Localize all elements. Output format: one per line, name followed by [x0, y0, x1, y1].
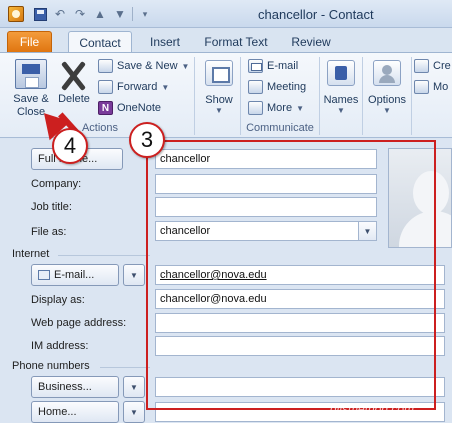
chevron-down-icon: ▾ — [142, 8, 148, 19]
company-label: Company: — [31, 178, 82, 190]
next-item-button[interactable]: ▼ — [112, 6, 128, 22]
chevron-down-icon: ▼ — [296, 103, 304, 113]
create-label-partial: Cre — [433, 60, 451, 72]
undo-button[interactable]: ↶ — [52, 6, 68, 22]
file-as-label: File as: — [31, 226, 67, 238]
window-title: chancellor - Contact — [258, 7, 374, 22]
options-button[interactable]: Options ▼ — [364, 57, 410, 117]
meeting-label: Meeting — [267, 81, 307, 93]
group-separator — [362, 57, 363, 135]
email-type-dropdown[interactable]: ▼ — [123, 264, 145, 286]
chevron-down-icon: ▼ — [181, 61, 190, 71]
business-type-dropdown[interactable]: ▼ — [123, 376, 145, 398]
toolbar-separator — [132, 7, 133, 21]
more-button-partial[interactable]: Mo — [414, 78, 448, 96]
undo-icon: ↶ — [54, 7, 66, 21]
save-new-label: Save & New — [117, 60, 178, 72]
previous-item-button[interactable]: ▲ — [92, 6, 108, 22]
chevron-down-icon: ▼ — [337, 106, 345, 115]
options-label: Options — [368, 94, 406, 106]
create-button-partial[interactable]: Cre — [414, 57, 451, 75]
address-book-icon — [38, 270, 50, 280]
chevron-down-icon: ▼ — [215, 106, 223, 115]
names-label: Names — [323, 94, 359, 106]
highlight-frame — [146, 140, 436, 410]
address-book-icon — [327, 60, 355, 86]
title-bar: ↶ ↷ ▲ ▼ ▾ chancellor - Contact — [0, 0, 452, 28]
section-divider — [58, 255, 150, 256]
meeting-button[interactable]: Meeting — [248, 78, 306, 96]
more-partial-icon — [414, 80, 429, 94]
more-label: More — [267, 102, 293, 114]
tab-contact[interactable]: Contact — [68, 31, 132, 53]
redo-icon: ↷ — [74, 7, 86, 21]
onenote-icon: N — [98, 101, 113, 115]
save-and-new-button[interactable]: Save & New ▼ — [98, 57, 189, 75]
step-4-callout: 4 — [52, 128, 88, 164]
email-label: E-mail — [267, 60, 299, 72]
forward-icon — [98, 80, 113, 94]
save-quick-button[interactable] — [32, 6, 48, 22]
show-button[interactable]: Show ▼ — [201, 57, 237, 117]
web-page-label: Web page address: — [31, 317, 127, 329]
group-separator — [194, 57, 195, 135]
more-button[interactable]: More ▼ — [248, 99, 304, 117]
onenote-button[interactable]: N OneNote — [98, 99, 161, 117]
create-icon — [414, 59, 429, 73]
display-as-label: Display as: — [31, 294, 85, 306]
up-arrow-icon: ▲ — [94, 7, 106, 21]
section-divider — [100, 367, 150, 368]
save-close-icon — [15, 59, 47, 89]
delete-x-icon — [57, 61, 89, 91]
delete-label: Delete — [58, 93, 90, 105]
more-icon — [248, 101, 263, 115]
group-separator — [411, 57, 412, 135]
options-person-icon — [373, 60, 401, 86]
chevron-down-icon: ▼ — [130, 407, 138, 417]
watermark: gilsmethod.com — [330, 402, 415, 416]
show-icon — [205, 60, 233, 86]
meeting-icon — [248, 80, 263, 94]
phone-section-label: Phone numbers — [12, 360, 90, 372]
save-new-icon — [98, 59, 113, 73]
chevron-down-icon: ▼ — [130, 270, 138, 280]
tab-insert[interactable]: Insert — [145, 31, 185, 52]
customize-toolbar-button[interactable]: ▾ — [137, 6, 153, 22]
save-icon — [33, 7, 47, 21]
outlook-app-icon[interactable] — [8, 6, 24, 22]
email-field-button[interactable]: E-mail... — [31, 264, 119, 286]
business-phone-button[interactable]: Business... — [31, 376, 119, 398]
email-button-label: E-mail... — [54, 269, 95, 281]
more-label-partial: Mo — [433, 81, 449, 93]
communicate-group-label: Communicate — [246, 122, 314, 134]
chevron-down-icon: ▼ — [161, 82, 170, 92]
show-label: Show — [205, 94, 233, 106]
ribbon-tabs: File Contact Insert Format Text Review — [0, 28, 452, 53]
email-button[interactable]: E-mail — [248, 57, 298, 75]
tab-file[interactable]: File — [7, 31, 52, 52]
internet-section-label: Internet — [12, 248, 50, 260]
redo-button[interactable]: ↷ — [72, 6, 88, 22]
forward-button[interactable]: Forward ▼ — [98, 78, 169, 96]
tab-review[interactable]: Review — [289, 31, 333, 52]
names-button[interactable]: Names ▼ — [322, 57, 360, 117]
chevron-down-icon: ▼ — [130, 382, 138, 392]
down-arrow-icon: ▼ — [114, 7, 126, 21]
group-separator — [240, 57, 241, 135]
quick-access-toolbar: ↶ ↷ ▲ ▼ ▾ — [32, 6, 153, 22]
group-separator — [319, 57, 320, 135]
save-close-label-1: Save & — [13, 93, 49, 105]
tab-format-text[interactable]: Format Text — [199, 31, 273, 52]
chevron-down-icon: ▼ — [383, 106, 391, 115]
home-phone-button[interactable]: Home... — [31, 401, 119, 423]
home-type-dropdown[interactable]: ▼ — [123, 401, 145, 423]
im-address-label: IM address: — [31, 340, 89, 352]
forward-label: Forward — [117, 81, 158, 93]
onenote-label: OneNote — [117, 102, 162, 114]
job-title-label: Job title: — [31, 201, 72, 213]
mail-icon — [248, 59, 263, 73]
step-3-callout: 3 — [129, 122, 165, 158]
